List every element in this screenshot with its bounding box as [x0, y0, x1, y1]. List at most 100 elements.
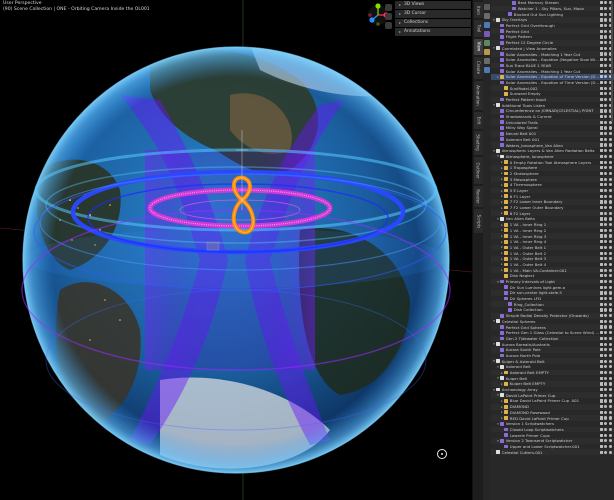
checkbox-icon[interactable] [599, 92, 603, 96]
camera-icon[interactable] [608, 302, 612, 306]
camera-view-icon[interactable] [385, 22, 392, 29]
checkbox-icon[interactable] [599, 268, 603, 272]
checkbox-icon[interactable] [599, 217, 603, 221]
eye-icon[interactable] [604, 336, 608, 340]
checkbox-icon[interactable] [599, 211, 603, 215]
camera-icon[interactable] [608, 257, 612, 261]
checkbox-icon[interactable] [599, 234, 603, 238]
checkbox-icon[interactable] [599, 285, 603, 289]
eye-icon[interactable] [604, 137, 608, 141]
camera-icon[interactable] [608, 149, 612, 153]
camera-icon[interactable] [608, 325, 612, 329]
checkbox-icon[interactable] [599, 29, 603, 33]
properties-tab-icon[interactable] [484, 22, 490, 28]
eye-icon[interactable] [604, 154, 608, 158]
checkbox-icon[interactable] [599, 183, 603, 187]
camera-icon[interactable] [608, 194, 612, 198]
checkbox-icon[interactable] [599, 41, 603, 45]
eye-icon[interactable] [604, 393, 608, 397]
checkbox-icon[interactable] [599, 410, 603, 414]
tab-tool[interactable]: Tool [474, 20, 483, 37]
eye-icon[interactable] [604, 439, 608, 443]
tab-shading[interactable]: Shading [474, 130, 483, 155]
checkbox-icon[interactable] [599, 365, 603, 369]
camera-icon[interactable] [608, 279, 612, 284]
camera-icon[interactable] [608, 126, 612, 130]
checkbox-icon[interactable] [599, 388, 603, 392]
panel-3d-views[interactable]: ▸ 3D Views [395, 1, 471, 9]
eye-icon[interactable] [604, 399, 608, 403]
camera-icon[interactable] [608, 416, 612, 420]
eye-icon[interactable] [604, 97, 608, 102]
camera-icon[interactable] [608, 223, 612, 227]
tab-view[interactable]: View [474, 38, 483, 56]
eye-icon[interactable] [604, 177, 608, 181]
checkbox-icon[interactable] [599, 149, 603, 153]
outliner-panel[interactable]: Best Memory Stream Watcher 1 - Sky Pillar… [491, 0, 614, 500]
tab-animation[interactable]: Animation [474, 80, 483, 111]
pan-hand-icon[interactable] [385, 13, 392, 20]
camera-icon[interactable] [608, 433, 612, 437]
camera-icon[interactable] [608, 171, 612, 176]
camera-icon[interactable] [608, 405, 612, 409]
checkbox-icon[interactable] [599, 18, 603, 22]
eye-icon[interactable] [604, 132, 608, 136]
tab-edit[interactable]: Edit [474, 112, 483, 129]
eye-icon[interactable] [604, 370, 608, 375]
eye-icon[interactable] [604, 194, 608, 198]
eye-icon[interactable] [604, 217, 608, 221]
checkbox-icon[interactable] [599, 115, 603, 119]
globe-scene[interactable] [0, 0, 472, 500]
checkbox-icon[interactable] [599, 399, 603, 403]
camera-icon[interactable] [608, 177, 612, 181]
checkbox-icon[interactable] [599, 427, 603, 431]
camera-icon[interactable] [608, 274, 612, 278]
properties-tab-icon[interactable] [484, 40, 490, 46]
eye-icon[interactable] [604, 115, 608, 119]
checkbox-icon[interactable] [599, 245, 603, 249]
checkbox-icon[interactable] [599, 63, 603, 67]
eye-icon[interactable] [604, 268, 608, 272]
checkbox-icon[interactable] [599, 58, 603, 62]
eye-icon[interactable] [604, 365, 608, 369]
eye-icon[interactable] [604, 12, 608, 16]
checkbox-icon[interactable] [599, 405, 603, 409]
eye-icon[interactable] [604, 80, 608, 85]
checkbox-icon[interactable] [599, 35, 603, 39]
eye-icon[interactable] [604, 41, 608, 45]
checkbox-icon[interactable] [599, 251, 603, 255]
eye-icon[interactable] [604, 24, 608, 28]
camera-icon[interactable] [608, 297, 612, 301]
camera-icon[interactable] [608, 285, 612, 289]
tab-render[interactable]: Render [474, 185, 483, 208]
eye-icon[interactable] [604, 245, 608, 249]
checkbox-icon[interactable] [599, 359, 603, 363]
checkbox-icon[interactable] [599, 433, 603, 437]
eye-icon[interactable] [604, 160, 608, 164]
checkbox-icon[interactable] [599, 302, 603, 306]
checkbox-icon[interactable] [599, 353, 603, 358]
checkbox-icon[interactable] [599, 416, 603, 420]
checkbox-icon[interactable] [599, 75, 603, 79]
eye-icon[interactable] [604, 302, 608, 306]
camera-icon[interactable] [608, 370, 612, 375]
eye-icon[interactable] [604, 200, 608, 204]
checkbox-icon[interactable] [599, 257, 603, 261]
camera-icon[interactable] [608, 376, 612, 380]
camera-icon[interactable] [608, 217, 612, 221]
checkbox-icon[interactable] [599, 228, 603, 232]
checkbox-icon[interactable] [599, 69, 603, 73]
checkbox-icon[interactable] [599, 200, 603, 204]
camera-icon[interactable] [608, 251, 612, 255]
camera-icon[interactable] [608, 382, 612, 386]
eye-icon[interactable] [604, 143, 608, 147]
checkbox-icon[interactable] [599, 370, 603, 375]
camera-icon[interactable] [608, 132, 612, 136]
camera-icon[interactable] [608, 444, 612, 449]
checkbox-icon[interactable] [599, 24, 603, 28]
checkbox-icon[interactable] [599, 194, 603, 198]
camera-icon[interactable] [608, 262, 612, 267]
checkbox-icon[interactable] [599, 297, 603, 301]
eye-icon[interactable] [604, 86, 608, 90]
checkbox-icon[interactable] [599, 342, 603, 346]
